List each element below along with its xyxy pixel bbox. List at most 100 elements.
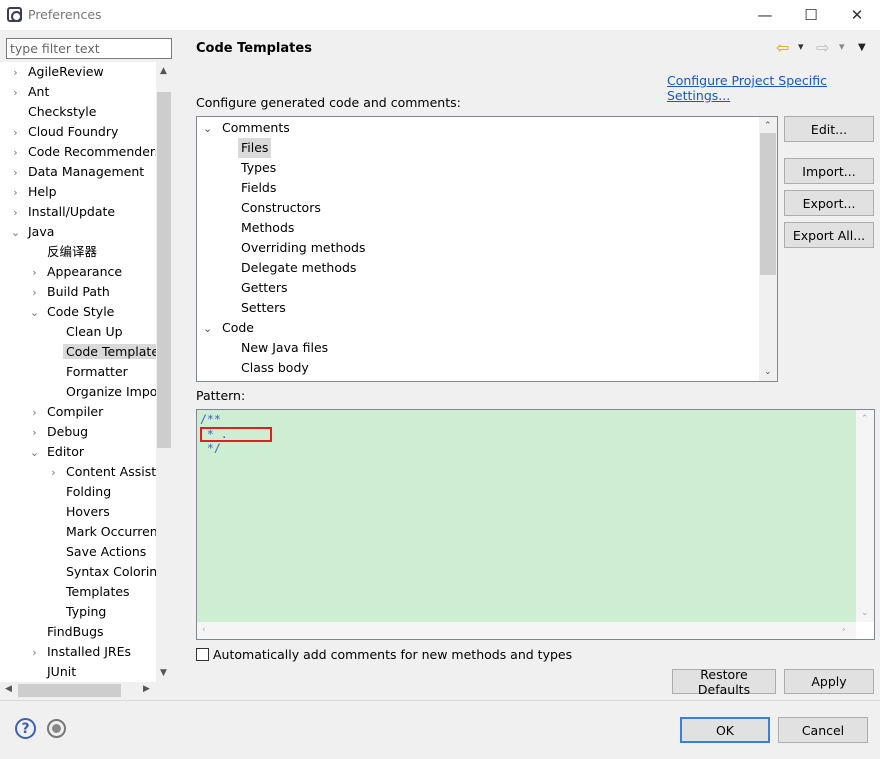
chevron-right-icon[interactable]: ›	[6, 203, 25, 223]
tree-item[interactable]: › Install/Update	[6, 202, 118, 222]
tree-item[interactable]: Save Actions	[44, 542, 149, 562]
chevron-right-icon[interactable]: ›	[6, 63, 25, 83]
tree-item[interactable]: Clean Up	[44, 322, 126, 342]
scroll-right-icon[interactable]: ›	[842, 625, 846, 635]
tree-item[interactable]: ⌄ Java	[6, 222, 57, 242]
template-tree-item[interactable]: Types	[241, 158, 276, 178]
tree-item[interactable]: Syntax Coloring	[44, 562, 156, 582]
tree-item[interactable]: › Compiler	[25, 402, 106, 422]
tree-item[interactable]: Typing	[44, 602, 109, 622]
chevron-right-icon[interactable]: ›	[6, 183, 25, 203]
chevron-right-icon[interactable]: ›	[25, 643, 44, 663]
tree-item[interactable]: › Content Assist	[44, 462, 156, 482]
back-dropdown-icon[interactable]: ▾	[798, 40, 804, 53]
scroll-left-icon[interactable]: ‹	[202, 625, 206, 635]
filter-input[interactable]	[6, 38, 172, 59]
apply-button[interactable]: Apply	[784, 669, 874, 694]
import-button[interactable]: Import...	[784, 158, 874, 184]
tree-item[interactable]: Checkstyle	[6, 102, 99, 122]
tree-item[interactable]: › Help	[6, 182, 60, 202]
scroll-right-icon[interactable]: ▶	[143, 684, 150, 694]
tree-item[interactable]: › AgileReview	[6, 62, 107, 82]
pattern-editor-area[interactable]	[197, 410, 856, 622]
minimize-button[interactable]: —	[742, 0, 788, 30]
tree-horizontal-thumb[interactable]	[18, 684, 121, 697]
auto-comments-checkbox[interactable]	[196, 648, 209, 661]
chevron-right-icon[interactable]: ›	[6, 163, 25, 183]
tree-item[interactable]: › Appearance	[25, 262, 125, 282]
template-tree-item[interactable]: ⌄ Code	[203, 318, 254, 338]
template-tree-item[interactable]: Setters	[241, 298, 286, 318]
tree-item[interactable]: Hovers	[44, 502, 113, 522]
chevron-right-icon[interactable]: ›	[25, 423, 44, 443]
template-vertical-thumb[interactable]	[760, 133, 776, 275]
chevron-right-icon[interactable]: ›	[25, 403, 44, 423]
export-all-button[interactable]: Export All...	[784, 222, 874, 248]
export-button[interactable]: Export...	[784, 190, 874, 216]
scroll-down-icon[interactable]: ⌄	[861, 608, 869, 618]
cancel-button[interactable]: Cancel	[778, 717, 868, 743]
tree-item[interactable]: 反编译器	[25, 242, 100, 262]
tree-item[interactable]: JUnit	[25, 662, 79, 682]
template-tree-item[interactable]: Delegate methods	[241, 258, 356, 278]
tree-item[interactable]: Organize Imports	[44, 382, 156, 402]
preferences-tree[interactable]: › AgileReview › Ant Checkstyle › Cloud Foundry…	[0, 62, 156, 682]
tree-item[interactable]: › Code Recommenders	[6, 142, 156, 162]
pattern-vertical-scrollbar[interactable]: ⌃ ⌄	[856, 410, 874, 622]
ok-button[interactable]: OK	[680, 717, 770, 743]
template-tree-item[interactable]: Files	[238, 138, 272, 158]
chevron-down-icon[interactable]: ⌄	[6, 223, 25, 243]
view-menu-icon[interactable]: ▼	[858, 42, 866, 53]
template-tree-item[interactable]: Methods	[241, 218, 294, 238]
template-tree-item[interactable]: Overriding methods	[241, 238, 365, 258]
tree-item[interactable]: Folding	[44, 482, 114, 502]
configure-project-link[interactable]: Configure Project Specific Settings...	[667, 73, 880, 103]
scroll-left-icon[interactable]: ◀	[5, 684, 12, 694]
template-tree-item[interactable]: Getters	[241, 278, 288, 298]
back-arrow-icon[interactable]: ⇦	[776, 38, 789, 57]
tree-item[interactable]: › Ant	[6, 82, 52, 102]
scroll-down-icon[interactable]: ⌄	[764, 367, 772, 377]
tree-vertical-thumb[interactable]	[157, 92, 171, 448]
scroll-up-icon[interactable]: ⌃	[861, 414, 869, 424]
pattern-horizontal-scrollbar[interactable]: ‹ ›	[197, 622, 856, 639]
maximize-button[interactable]: ☐	[788, 0, 834, 30]
tree-item[interactable]: ⌄ Editor	[25, 442, 87, 462]
tree-item[interactable]: ⌄ Code Style	[25, 302, 117, 322]
tree-item[interactable]: › Debug	[25, 422, 91, 442]
forward-arrow-icon[interactable]: ⇨	[816, 38, 829, 57]
template-tree-item[interactable]: Fields	[241, 178, 276, 198]
chevron-right-icon[interactable]: ›	[25, 263, 44, 283]
tree-item[interactable]: › Build Path	[25, 282, 113, 302]
auto-comments-label[interactable]: Automatically add comments for new metho…	[213, 647, 572, 662]
chevron-down-icon[interactable]: ⌄	[25, 443, 44, 463]
scroll-up-icon[interactable]: ⌃	[764, 121, 772, 131]
tree-item[interactable]: Code Templates	[44, 342, 156, 362]
tree-item[interactable]: Formatter	[44, 362, 131, 382]
scroll-up-icon[interactable]: ▲	[160, 66, 167, 76]
edit-button[interactable]: Edit...	[784, 116, 874, 142]
scroll-down-icon[interactable]: ▼	[160, 668, 167, 678]
chevron-right-icon[interactable]: ›	[6, 123, 25, 143]
template-tree-item[interactable]: New Java files	[241, 338, 328, 358]
chevron-down-icon[interactable]: ⌄	[203, 319, 222, 339]
chevron-down-icon[interactable]: ⌄	[25, 303, 44, 323]
chevron-right-icon[interactable]: ›	[44, 463, 63, 483]
tree-item[interactable]: Mark Occurrences	[44, 522, 156, 542]
tree-item[interactable]: Templates	[44, 582, 133, 602]
chevron-right-icon[interactable]: ›	[6, 143, 25, 163]
close-button[interactable]: ✕	[834, 0, 880, 30]
tree-item[interactable]: › Cloud Foundry	[6, 122, 121, 142]
record-icon[interactable]	[47, 719, 66, 738]
chevron-right-icon[interactable]: ›	[6, 83, 25, 103]
chevron-right-icon[interactable]: ›	[25, 283, 44, 303]
tree-item[interactable]: › Installed JREs	[25, 642, 134, 662]
template-tree[interactable]: ⌄ Comments Files Types Fields Constructors Met…	[196, 116, 778, 382]
restore-defaults-button[interactable]: Restore Defaults	[672, 667, 776, 697]
chevron-down-icon[interactable]: ⌄	[203, 119, 222, 139]
template-tree-item[interactable]: Class body	[241, 358, 309, 378]
tree-item[interactable]: FindBugs	[25, 622, 107, 642]
template-tree-item[interactable]: ⌄ Comments	[203, 118, 290, 138]
help-icon[interactable]: ?	[15, 718, 36, 739]
template-tree-item[interactable]: Constructors	[241, 198, 321, 218]
